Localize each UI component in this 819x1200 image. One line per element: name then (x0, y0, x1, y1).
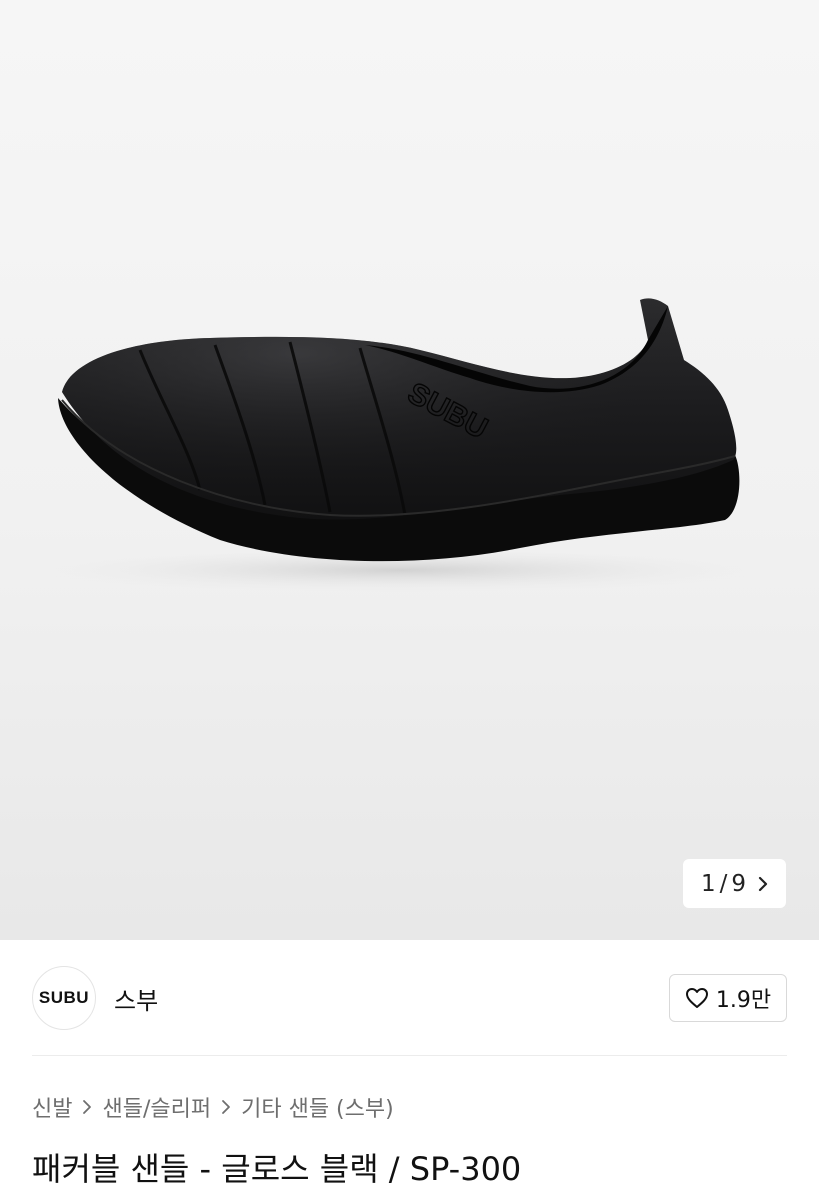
brand-name[interactable]: 스부 (114, 981, 158, 1016)
chevron-right-icon[interactable] (758, 876, 768, 892)
image-counter-current: 1 (700, 870, 716, 897)
chevron-right-icon (222, 1100, 231, 1114)
like-button[interactable]: 1.9만 (669, 974, 787, 1022)
heart-icon (685, 988, 708, 1008)
brand-logo[interactable]: SUBU (32, 966, 96, 1030)
image-counter-separator: / (719, 870, 728, 897)
breadcrumb-item-subcategory[interactable]: 샌들/슬리퍼 (102, 1091, 211, 1123)
like-count: 1.9만 (715, 988, 772, 1013)
breadcrumb: 신발 샌들/슬리퍼 기타 샌들 (스부) (32, 1090, 394, 1124)
product-title: 패커블 샌들 - 글로스 블랙 / SP-300 (32, 1150, 522, 1188)
divider (32, 1055, 787, 1056)
product-image-gallery[interactable]: SUBU 1/9 (0, 0, 819, 940)
brand-logo-text: SUBU (38, 988, 90, 1007)
product-photo: SUBU (40, 298, 760, 592)
image-counter[interactable]: 1/9 (683, 859, 786, 908)
image-counter-total: 9 (731, 870, 747, 897)
brand-row: SUBU 스부 1.9만 (32, 964, 787, 1032)
breadcrumb-item-category[interactable]: 신발 (32, 1091, 72, 1123)
chevron-right-icon (83, 1100, 92, 1114)
breadcrumb-item-brand-category[interactable]: 기타 샌들 (스부) (241, 1091, 394, 1123)
